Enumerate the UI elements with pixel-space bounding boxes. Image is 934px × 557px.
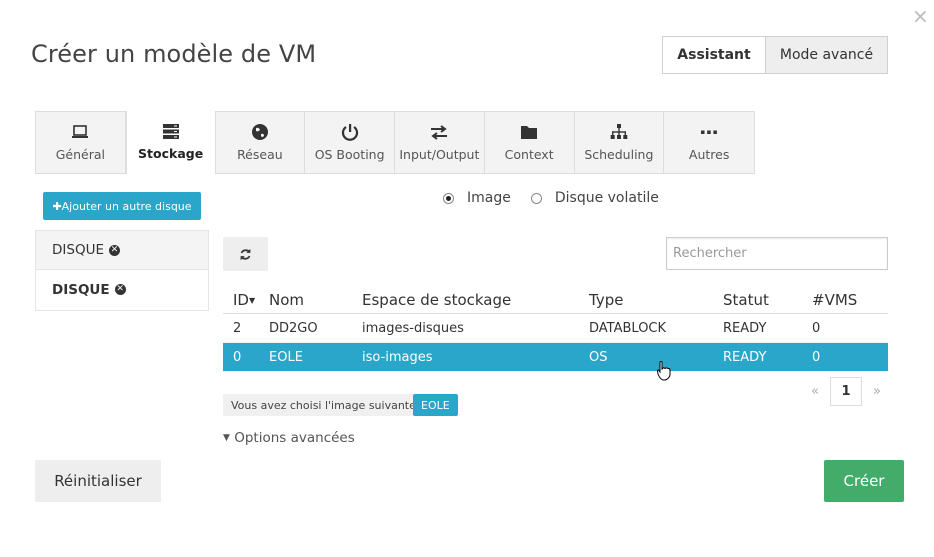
column-header-type[interactable]: Type — [589, 286, 723, 314]
tab-label: Scheduling — [584, 147, 654, 162]
ellipsis-icon — [701, 130, 718, 134]
table-row-selected[interactable]: 0 EOLE iso-images OS READY 0 — [223, 342, 888, 372]
table-row[interactable]: 2 DD2GO images-disques DATABLOCK READY 0 — [223, 313, 888, 343]
advanced-options-toggle[interactable]: ▼ Options avancées — [223, 430, 355, 446]
volatile-disk-radio[interactable] — [530, 192, 542, 204]
advanced-mode-button[interactable]: Mode avancé — [766, 36, 888, 74]
cell-id: 2 — [223, 313, 269, 343]
close-icon[interactable]: × — [912, 6, 929, 26]
cell-datastore: images-disques — [362, 313, 589, 343]
storage-icon — [162, 124, 179, 139]
next-page-button[interactable]: » — [862, 378, 892, 405]
table-header-row: ID▼ Nom Espace de stockage Type Statut #… — [223, 286, 888, 314]
advanced-options-label: Options avancées — [234, 430, 355, 446]
folder-icon — [521, 126, 538, 139]
column-header-id[interactable]: ID▼ — [223, 286, 269, 314]
cell-status: READY — [723, 313, 812, 343]
column-header-name[interactable]: Nom — [269, 286, 362, 314]
exchange-icon — [431, 125, 448, 140]
laptop-icon — [72, 125, 89, 138]
create-button[interactable]: Créer — [824, 460, 904, 502]
cell-type: OS — [589, 342, 723, 372]
image-radio-label[interactable]: Image — [467, 190, 511, 206]
tab-context[interactable]: Context — [485, 112, 575, 173]
images-table: ID▼ Nom Espace de stockage Type Statut #… — [223, 286, 888, 372]
tab-label: OS Booting — [314, 147, 385, 162]
disk-item[interactable]: DISQUE ✕ — [36, 231, 208, 270]
cell-type: DATABLOCK — [589, 313, 723, 343]
tab-storage[interactable]: Stockage — [125, 111, 216, 174]
hand-pointer-icon — [656, 361, 671, 385]
tab-input-output[interactable]: Input/Output — [395, 112, 485, 173]
column-header-vms[interactable]: #VMS — [812, 286, 888, 314]
cell-datastore: iso-images — [362, 342, 589, 372]
chosen-image-badge: EOLE — [413, 394, 458, 416]
disk-label: DISQUE — [52, 242, 104, 258]
current-page-button[interactable]: 1 — [830, 377, 862, 406]
dialog-title: Créer un modèle de VM — [31, 40, 317, 68]
cell-id: 0 — [223, 342, 269, 372]
power-icon — [341, 124, 358, 141]
refresh-button[interactable] — [223, 237, 268, 271]
disk-list: DISQUE ✕ DISQUE ✕ — [35, 230, 209, 311]
cell-status: READY — [723, 342, 812, 372]
wizard-mode-button[interactable]: Assistant — [662, 36, 766, 74]
tab-label: Autres — [688, 147, 730, 162]
tab-network[interactable]: Réseau — [216, 112, 306, 173]
tab-scheduling[interactable]: Scheduling — [575, 112, 665, 173]
cell-name: EOLE — [269, 342, 362, 372]
tab-general[interactable]: Général — [36, 112, 126, 173]
caret-down-icon: ▼ — [223, 433, 230, 443]
disk-label: DISQUE — [52, 281, 110, 298]
sitemap-icon — [610, 124, 628, 139]
tab-label: Réseau — [237, 147, 283, 162]
image-radio[interactable] — [443, 192, 454, 204]
refresh-icon — [240, 248, 251, 260]
remove-disk-icon[interactable]: ✕ — [114, 284, 126, 295]
disk-source-options: Image Disque volatile — [443, 190, 659, 206]
globe-icon — [251, 124, 268, 140]
disk-item[interactable]: DISQUE ✕ — [36, 270, 208, 309]
add-disk-button[interactable]: ✚Ajouter un autre disque — [43, 192, 201, 220]
tab-label: Input/Output — [399, 147, 480, 162]
prev-page-button[interactable]: « — [800, 378, 830, 405]
column-header-status[interactable]: Statut — [723, 286, 812, 314]
cell-name: DD2GO — [269, 313, 362, 343]
wizard-tabs: Général Stockage Réseau OS Booting Input… — [35, 111, 755, 174]
chosen-image-label: Vous avez choisi l'image suivante: — [223, 394, 428, 416]
column-header-datastore[interactable]: Espace de stockage — [362, 286, 589, 314]
tab-label: Général — [55, 147, 105, 162]
pagination: « 1 » — [800, 377, 892, 406]
tab-label: Stockage — [138, 146, 204, 161]
sort-down-icon: ▼ — [248, 295, 256, 305]
search-input[interactable] — [666, 237, 888, 270]
remove-disk-icon[interactable]: ✕ — [108, 244, 120, 256]
cell-vms: 0 — [812, 313, 888, 343]
tab-os-booting[interactable]: OS Booting — [305, 112, 395, 173]
tab-label: Context — [504, 147, 554, 162]
mode-switch: Assistant Mode avancé — [662, 36, 888, 74]
reset-button[interactable]: Réinitialiser — [35, 460, 161, 502]
tab-others[interactable]: Autres — [664, 112, 754, 173]
volatile-disk-radio-label[interactable]: Disque volatile — [555, 190, 659, 206]
cell-vms: 0 — [812, 342, 888, 372]
